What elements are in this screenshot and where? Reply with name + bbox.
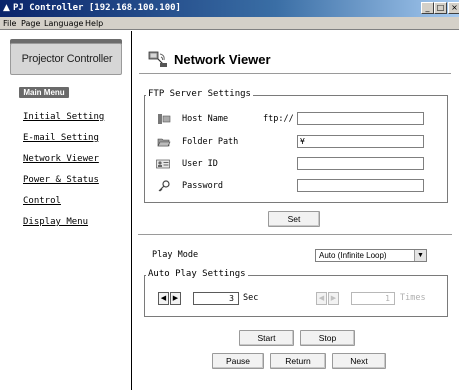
play-mode-value: Auto (Infinite Loop) — [319, 251, 387, 260]
user-id-icon — [156, 159, 170, 169]
menu-help[interactable]: Help — [85, 18, 103, 29]
play-mode-label: Play Mode — [152, 250, 199, 260]
chevron-down-icon[interactable]: ▼ — [414, 250, 426, 261]
logo: Projector Controller — [10, 43, 122, 75]
window-title: PJ Controller [192.168.100.100] — [13, 3, 181, 13]
times-input[interactable]: 1 — [351, 292, 395, 305]
folder-path-label: Folder Path — [182, 137, 239, 147]
start-button[interactable]: Start — [239, 330, 294, 346]
menu-language[interactable]: Language — [44, 18, 83, 29]
folder-icon — [157, 138, 171, 147]
user-id-input[interactable] — [297, 157, 424, 170]
title-bar[interactable]: ▲ PJ Controller [192.168.100.100] _ □ × — [0, 0, 459, 17]
maximize-icon[interactable]: □ — [434, 2, 447, 14]
nav-link-network-viewer[interactable]: Network Viewer — [23, 153, 99, 165]
sidebar: Projector Controller Main Menu Initial S… — [0, 31, 132, 390]
next-button[interactable]: Next — [332, 353, 386, 369]
interval-increase-button[interactable]: ▶ — [170, 292, 181, 305]
nav-link-power-status[interactable]: Power & Status — [23, 174, 99, 186]
pause-button[interactable]: Pause — [212, 353, 264, 369]
password-label: Password — [182, 181, 223, 191]
play-mode-select[interactable]: Auto (Infinite Loop) ▼ — [315, 249, 427, 262]
times-unit: Times — [400, 293, 426, 303]
projector-icon: ▲ — [3, 3, 10, 13]
close-icon[interactable]: × — [448, 2, 459, 14]
ftp-settings-legend: FTP Server Settings — [146, 89, 253, 100]
auto-play-legend: Auto Play Settings — [146, 269, 248, 280]
host-prefix: ftp:// — [263, 114, 294, 124]
interval-decrease-button[interactable]: ◀ — [158, 292, 169, 305]
set-button[interactable]: Set — [268, 211, 320, 227]
password-input[interactable] — [297, 179, 424, 192]
main-menu-badge: Main Menu — [19, 87, 69, 98]
times-increase-button[interactable]: ▶ — [328, 292, 339, 305]
logo-text: Projector Controller — [21, 53, 113, 65]
host-name-input[interactable] — [297, 112, 424, 125]
menu-page[interactable]: Page — [21, 18, 40, 29]
stop-button[interactable]: Stop — [300, 330, 355, 346]
nav-link-control[interactable]: Control — [23, 195, 61, 207]
section-divider — [138, 234, 452, 235]
menu-bar: File Page Language Help — [0, 17, 459, 30]
minimize-icon[interactable]: _ — [421, 2, 434, 14]
folder-path-input[interactable]: ¥ — [297, 135, 424, 148]
network-viewer-icon — [148, 51, 167, 67]
interval-input[interactable]: 3 — [193, 292, 239, 305]
nav-link-email-setting[interactable]: E-mail Setting — [23, 132, 99, 144]
host-icon — [158, 114, 171, 124]
host-name-label: Host Name — [182, 114, 229, 124]
password-key-icon — [158, 180, 170, 192]
header-divider — [139, 73, 451, 74]
page-title: Network Viewer — [174, 52, 271, 67]
times-decrease-button[interactable]: ◀ — [316, 292, 327, 305]
nav-link-initial-setting[interactable]: Initial Setting — [23, 111, 104, 123]
user-id-label: User ID — [182, 159, 218, 169]
menu-file[interactable]: File — [3, 18, 16, 29]
interval-unit: Sec — [243, 293, 259, 303]
nav-link-display-menu[interactable]: Display Menu — [23, 216, 88, 228]
return-button[interactable]: Return — [270, 353, 326, 369]
